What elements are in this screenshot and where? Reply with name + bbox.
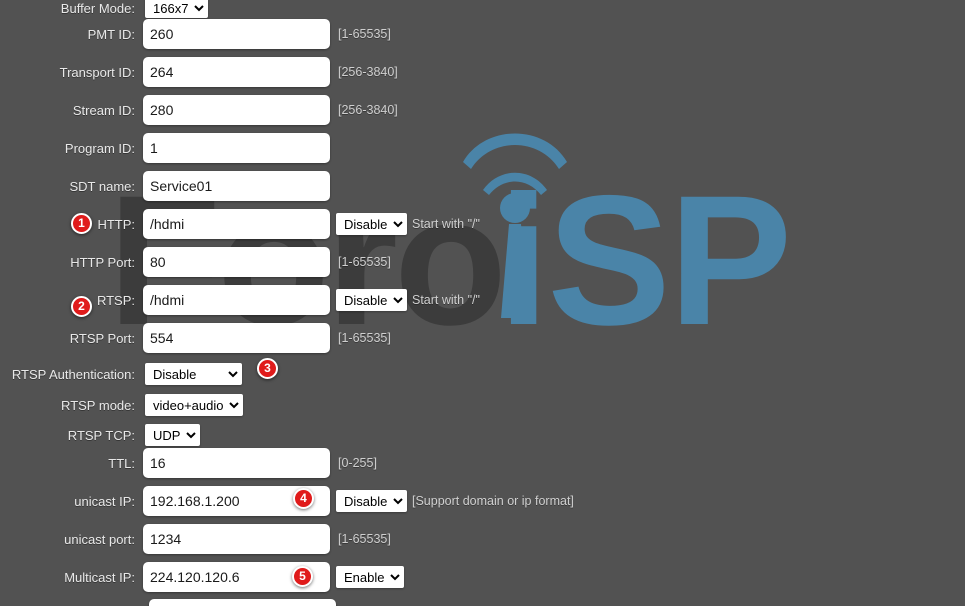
row-rtsp-tcp: RTSP TCP: UDP: [0, 420, 200, 450]
hint-rtsp: Start with "/": [412, 293, 480, 307]
hint-pmt-id: [1-65535]: [338, 27, 391, 41]
hint-http: Start with "/": [412, 217, 480, 231]
row-http-port: HTTP Port: [1-65535]: [0, 247, 391, 277]
input-pmt-id[interactable]: [143, 19, 330, 49]
select-http-enable[interactable]: Disable: [336, 213, 407, 235]
label-pmt-id: PMT ID:: [87, 26, 135, 42]
callout-badge-3: 3: [257, 358, 278, 379]
row-pmt-id: PMT ID: [1-65535]: [0, 19, 391, 49]
input-multicast-port-partial[interactable]: [149, 599, 336, 606]
row-stream-id: Stream ID: [256-3840]: [0, 95, 398, 125]
select-rtsp-mode[interactable]: video+audio: [145, 394, 243, 416]
row-sdt-name: SDT name:: [0, 171, 330, 201]
watermark-isp-text: iSP: [498, 158, 792, 364]
hint-unicast-port: [1-65535]: [338, 532, 391, 546]
select-rtsp-tcp[interactable]: UDP: [145, 424, 200, 446]
label-unicast-ip: unicast IP:: [74, 493, 135, 509]
label-rtsp-tcp: RTSP TCP:: [67, 427, 135, 443]
callout-badge-1: 1: [71, 213, 92, 234]
input-http-port[interactable]: [143, 247, 330, 277]
label-rtsp-mode: RTSP mode:: [61, 397, 135, 413]
hint-ttl: [0-255]: [338, 456, 377, 470]
hint-transport-id: [256-3840]: [338, 65, 398, 79]
input-program-id[interactable]: [143, 133, 330, 163]
label-stream-id: Stream ID:: [72, 102, 135, 118]
input-rtsp-path[interactable]: [143, 285, 330, 315]
label-unicast-port: unicast port:: [64, 531, 135, 547]
hint-unicast-ip: [Support domain or ip format]: [412, 494, 574, 508]
callout-badge-4: 4: [293, 488, 314, 509]
input-ttl[interactable]: [143, 448, 330, 478]
hint-rtsp-port: [1-65535]: [338, 331, 391, 345]
select-buffer-mode[interactable]: 166x7: [145, 0, 208, 18]
settings-page: Foro iSP Buffer Mode: 166x7 PMT ID: [1-6…: [0, 0, 965, 606]
row-unicast-port: unicast port: [1-65535]: [0, 524, 391, 554]
input-sdt-name[interactable]: [143, 171, 330, 201]
input-rtsp-port[interactable]: [143, 323, 330, 353]
label-http-port: HTTP Port:: [70, 254, 135, 270]
select-rtsp-authentication[interactable]: Disable: [145, 363, 242, 385]
input-stream-id[interactable]: [143, 95, 330, 125]
row-ttl: TTL: [0-255]: [0, 448, 377, 478]
select-rtsp-enable[interactable]: Disable: [336, 289, 407, 311]
hint-http-port: [1-65535]: [338, 255, 391, 269]
row-rtsp-port: RTSP Port: [1-65535]: [0, 323, 391, 353]
callout-badge-5: 5: [292, 566, 313, 587]
row-transport-id: Transport ID: [256-3840]: [0, 57, 398, 87]
select-multicast-enable[interactable]: Enable: [336, 566, 404, 588]
label-rtsp-port: RTSP Port:: [69, 330, 135, 346]
callout-badge-2: 2: [71, 296, 92, 317]
label-transport-id: Transport ID:: [59, 64, 135, 80]
input-http-path[interactable]: [143, 209, 330, 239]
select-unicast-enable[interactable]: Disable: [336, 490, 407, 512]
row-multicast-ip: Multicast IP: Enable: [0, 562, 404, 592]
input-transport-id[interactable]: [143, 57, 330, 87]
label-buffer-mode: Buffer Mode:: [60, 0, 135, 16]
label-multicast-ip: Multicast IP:: [64, 569, 135, 585]
row-rtsp-authentication: RTSP Authentication: Disable: [0, 359, 242, 389]
label-program-id: Program ID:: [64, 140, 135, 156]
label-ttl: TTL:: [108, 455, 135, 471]
hint-stream-id: [256-3840]: [338, 103, 398, 117]
row-program-id: Program ID:: [0, 133, 330, 163]
row-unicast-ip: unicast IP: Disable [Support domain or i…: [0, 486, 574, 516]
input-unicast-port[interactable]: [143, 524, 330, 554]
row-rtsp-mode: RTSP mode: video+audio: [0, 390, 243, 420]
label-rtsp-authentication: RTSP Authentication:: [11, 366, 135, 382]
label-sdt-name: SDT name:: [69, 178, 135, 194]
